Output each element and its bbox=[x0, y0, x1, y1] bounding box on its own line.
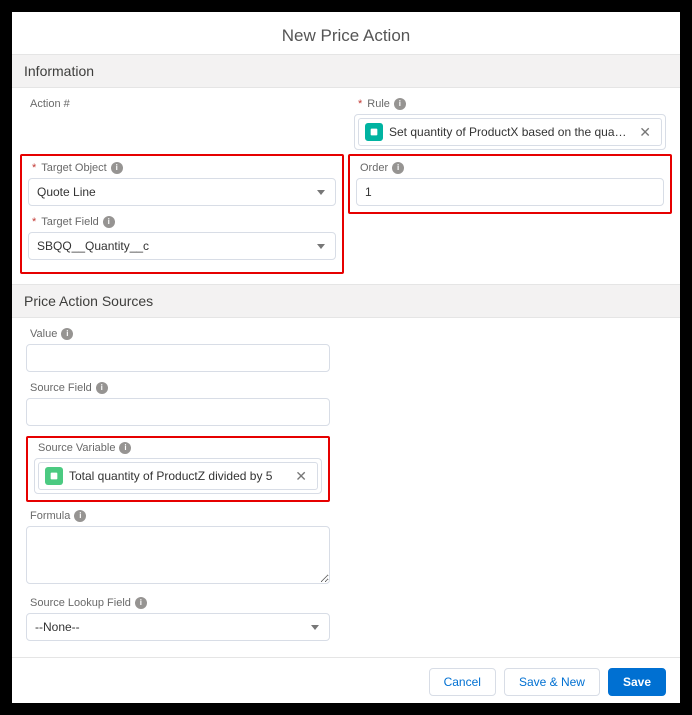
source-field-label: Source Field bbox=[30, 382, 92, 394]
rule-lookup[interactable]: Set quantity of ProductX based on the qu… bbox=[354, 114, 666, 150]
highlight-order: Order i bbox=[348, 154, 672, 214]
rule-label: Rule bbox=[367, 98, 390, 110]
required-asterisk: * bbox=[32, 162, 36, 174]
target-object-value: Quote Line bbox=[37, 185, 96, 199]
info-icon: i bbox=[111, 162, 123, 174]
info-icon: i bbox=[135, 597, 147, 609]
order-label: Order bbox=[360, 162, 388, 174]
formula-label: Formula bbox=[30, 510, 70, 522]
target-field-select[interactable]: SBQQ__Quantity__c bbox=[28, 232, 336, 260]
source-lookup-label: Source Lookup Field bbox=[30, 597, 131, 609]
target-object-select[interactable]: Quote Line bbox=[28, 178, 336, 206]
variable-icon bbox=[45, 467, 63, 485]
source-variable-pill-text: Total quantity of ProductZ divided by 5 bbox=[69, 469, 285, 483]
info-icon: i bbox=[103, 216, 115, 228]
chevron-down-icon bbox=[317, 244, 325, 249]
save-button[interactable]: Save bbox=[608, 668, 666, 696]
source-variable-lookup[interactable]: Total quantity of ProductZ divided by 5 … bbox=[34, 458, 322, 494]
info-icon: i bbox=[96, 382, 108, 394]
rule-icon bbox=[365, 123, 383, 141]
chevron-down-icon bbox=[311, 625, 319, 630]
information-content: Action # * Rule i bbox=[12, 88, 680, 284]
info-icon: i bbox=[74, 510, 86, 522]
rule-pill-text: Set quantity of ProductX based on the qu… bbox=[389, 125, 629, 139]
source-field-input[interactable] bbox=[26, 398, 330, 426]
target-field-label: Target Field bbox=[41, 216, 98, 228]
required-asterisk: * bbox=[32, 216, 36, 228]
rule-clear-icon[interactable]: ✕ bbox=[635, 125, 655, 139]
modal: New Price Action Information Action # bbox=[12, 12, 680, 703]
section-information: Information bbox=[12, 54, 680, 88]
modal-title: New Price Action bbox=[12, 12, 680, 54]
target-field-value: SBQQ__Quantity__c bbox=[37, 239, 149, 253]
source-lookup-value: --None-- bbox=[35, 620, 80, 634]
highlight-source-variable: Source Variable i Total quantity of Prod… bbox=[26, 436, 330, 502]
required-asterisk: * bbox=[358, 98, 362, 110]
source-variable-clear-icon[interactable]: ✕ bbox=[291, 469, 311, 483]
info-icon: i bbox=[394, 98, 406, 110]
save-new-button[interactable]: Save & New bbox=[504, 668, 600, 696]
target-object-label: Target Object bbox=[41, 162, 106, 174]
highlight-target: * Target Object i Quote Line * bbox=[20, 154, 344, 274]
info-icon: i bbox=[392, 162, 404, 174]
action-num-label: Action # bbox=[30, 98, 70, 110]
value-label: Value bbox=[30, 328, 57, 340]
formula-textarea[interactable] bbox=[26, 526, 330, 584]
sources-content: Value i Source Field i Source Vari bbox=[12, 318, 680, 657]
section-sources: Price Action Sources bbox=[12, 284, 680, 318]
info-icon: i bbox=[61, 328, 73, 340]
cancel-button[interactable]: Cancel bbox=[429, 668, 496, 696]
modal-footer: Cancel Save & New Save bbox=[12, 657, 680, 706]
value-input[interactable] bbox=[26, 344, 330, 372]
info-icon: i bbox=[119, 442, 131, 454]
source-variable-label: Source Variable bbox=[38, 442, 115, 454]
chevron-down-icon bbox=[317, 190, 325, 195]
order-input[interactable] bbox=[356, 178, 664, 206]
source-lookup-select[interactable]: --None-- bbox=[26, 613, 330, 641]
